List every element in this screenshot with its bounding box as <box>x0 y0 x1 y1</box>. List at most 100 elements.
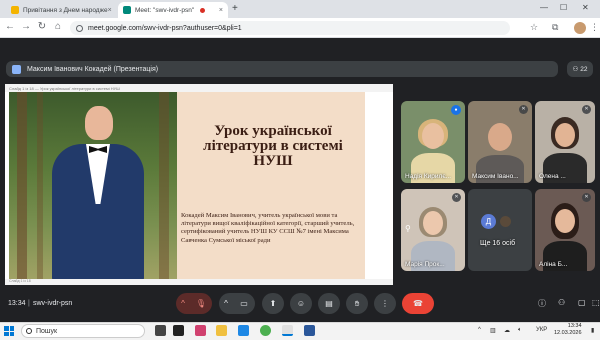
divider: | <box>28 300 30 307</box>
tab-birthday[interactable]: Привітання з Днем народже × <box>6 2 116 18</box>
raise-hand-button[interactable]: ✋︎ <box>346 293 368 314</box>
clock-time: 13:34 <box>567 323 582 329</box>
end-call-icon: ☎︎ <box>413 299 423 308</box>
captions-button[interactable]: ▤ <box>318 293 340 314</box>
participant-tile[interactable]: ● Надія Кирилє... <box>401 101 465 183</box>
participant-name: Максим Івано... <box>472 173 519 180</box>
slide-window-bar: Слайд 1 із 18 — Урок української літерат… <box>5 84 393 92</box>
task-view-icon[interactable] <box>155 325 166 336</box>
participant-tile[interactable]: ✕ ⚲ Марія Прок... <box>401 189 465 271</box>
word-icon[interactable] <box>304 325 315 336</box>
camera-toggle-button[interactable]: ▭ <box>233 293 255 314</box>
bookmark-star-icon[interactable]: ☆ <box>530 22 538 33</box>
home-icon[interactable]: ⌂ <box>52 21 64 32</box>
participant-tile[interactable]: ✕ Максим Івано... <box>468 101 532 183</box>
present-button[interactable]: ⬆ <box>262 293 284 314</box>
search-icon <box>26 328 32 334</box>
chevron-up-icon: ^ <box>224 299 228 308</box>
mic-off-icon: ✕ <box>582 193 591 202</box>
keyboard-language[interactable]: УКР <box>536 327 547 333</box>
onedrive-icon[interactable]: ☁ <box>504 327 510 334</box>
leave-call-button[interactable]: ☎︎ <box>402 293 434 314</box>
maximize-icon[interactable]: ☐ <box>560 3 567 12</box>
more-options-button[interactable]: ⋮ <box>374 293 396 314</box>
chat-icon[interactable]: ▢ <box>578 298 586 307</box>
mic-off-icon: ✕ <box>582 105 591 114</box>
file-explorer-icon[interactable] <box>216 325 227 336</box>
slide-status: Слайд 1 із 18 <box>5 279 393 285</box>
chrome-icon[interactable] <box>260 325 271 336</box>
people-icon[interactable]: ⚇ <box>558 298 565 307</box>
avatar: Д <box>481 214 496 229</box>
camera-icon: ▭ <box>240 299 248 308</box>
recording-icon <box>200 7 206 13</box>
slides-icon <box>11 6 19 14</box>
reload-icon[interactable]: ↻ <box>36 21 48 32</box>
slide-body: Кокадей Максим Іванович, учитель українс… <box>181 212 355 244</box>
close-icon[interactable]: × <box>108 7 112 14</box>
close-window-icon[interactable]: ✕ <box>582 3 589 12</box>
app-icon[interactable] <box>195 325 206 336</box>
forward-icon[interactable]: → <box>20 21 32 32</box>
pin-icon[interactable]: ⚲ <box>405 224 411 233</box>
participant-name: Аліна Б... <box>539 261 568 268</box>
speaking-icon: ● <box>451 105 461 115</box>
url-text: meet.google.com/swv-ivdr-psn?authuser=0&… <box>88 24 242 32</box>
new-tab-button[interactable]: + <box>232 3 238 14</box>
avatar <box>500 216 511 227</box>
taskbar-search[interactable]: Пошук <box>21 324 145 338</box>
extensions-icon[interactable]: ⧉ <box>552 22 558 33</box>
close-icon[interactable]: × <box>219 7 223 14</box>
mic-off-icon: ✕ <box>452 193 461 202</box>
tab-label: Привітання з Днем народже <box>23 6 108 14</box>
participant-name: Марія Прок... <box>405 261 445 268</box>
present-icon: ⬆ <box>269 299 277 308</box>
back-icon[interactable]: ← <box>4 21 16 32</box>
participant-tile[interactable]: ✕ Аліна Б... <box>535 189 595 271</box>
tab-label: Meet: "swv-ivdr-psn" <box>135 6 195 14</box>
windows-start-icon[interactable] <box>4 326 14 336</box>
presenter-label: Максим Іванович Кокадей (Презентація) <box>27 65 159 73</box>
chrome-active-icon[interactable] <box>282 325 293 336</box>
mic-toggle-button[interactable]: 🎙︎ <box>190 293 212 314</box>
chevron-up-icon: ^ <box>181 299 185 308</box>
emoji-icon: ☺ <box>296 299 306 308</box>
participant-name: Олена ... <box>539 173 566 180</box>
participants-count: 22 <box>580 65 588 73</box>
menu-icon[interactable]: ⋮ <box>590 22 599 33</box>
minimize-icon[interactable]: — <box>540 3 548 12</box>
slide <box>9 92 365 282</box>
more-participants-label: Ще 16 осіб <box>480 240 516 247</box>
presentation-header: Максим Іванович Кокадей (Презентація) <box>6 61 558 77</box>
tab-meet[interactable]: Meet: "swv-ivdr-psn" × <box>118 2 228 18</box>
video-options-button[interactable]: ^ <box>219 293 233 314</box>
presenter-photo <box>9 92 177 282</box>
slide-title: Урок української літератури в системі НУ… <box>203 123 343 169</box>
meeting-code: swv-ivdr-psn <box>33 300 73 307</box>
people-icon: ⚇ <box>572 66 579 73</box>
site-info-icon[interactable] <box>76 24 83 32</box>
reactions-button[interactable]: ☺ <box>290 293 312 314</box>
app-icon[interactable] <box>173 325 184 336</box>
notifications-icon[interactable]: ▮ <box>591 327 594 334</box>
participant-tile[interactable]: ✕ Олена ... <box>535 101 595 183</box>
edge-icon[interactable] <box>238 325 249 336</box>
profile-avatar[interactable] <box>574 22 586 34</box>
tray-chevron-icon[interactable]: ^ <box>478 327 481 333</box>
audio-options-button[interactable]: ^ <box>176 293 190 314</box>
address-bar[interactable]: meet.google.com/swv-ivdr-psn?authuser=0&… <box>70 21 510 35</box>
hand-icon: ✋︎ <box>354 298 360 308</box>
volume-icon[interactable]: 🔈︎ <box>518 327 522 334</box>
participants-button[interactable]: ⚇ 22 <box>567 61 593 77</box>
more-participants-tile[interactable]: Ще 16 осіб <box>468 189 532 271</box>
info-icon[interactable]: ⓘ <box>538 298 546 309</box>
search-placeholder: Пошук <box>36 327 58 335</box>
taskbar-clock[interactable]: 13:34 12.03.2026 <box>554 323 582 337</box>
more-icon: ⋮ <box>381 299 389 308</box>
activities-icon[interactable]: ⬚ <box>592 298 600 307</box>
mic-off-icon: 🎙︎ <box>195 299 207 308</box>
meet-icon <box>123 6 131 14</box>
network-icon[interactable]: ▥ <box>490 327 496 334</box>
participant-name: Надія Кирилє... <box>405 173 452 180</box>
avatar <box>12 64 21 74</box>
